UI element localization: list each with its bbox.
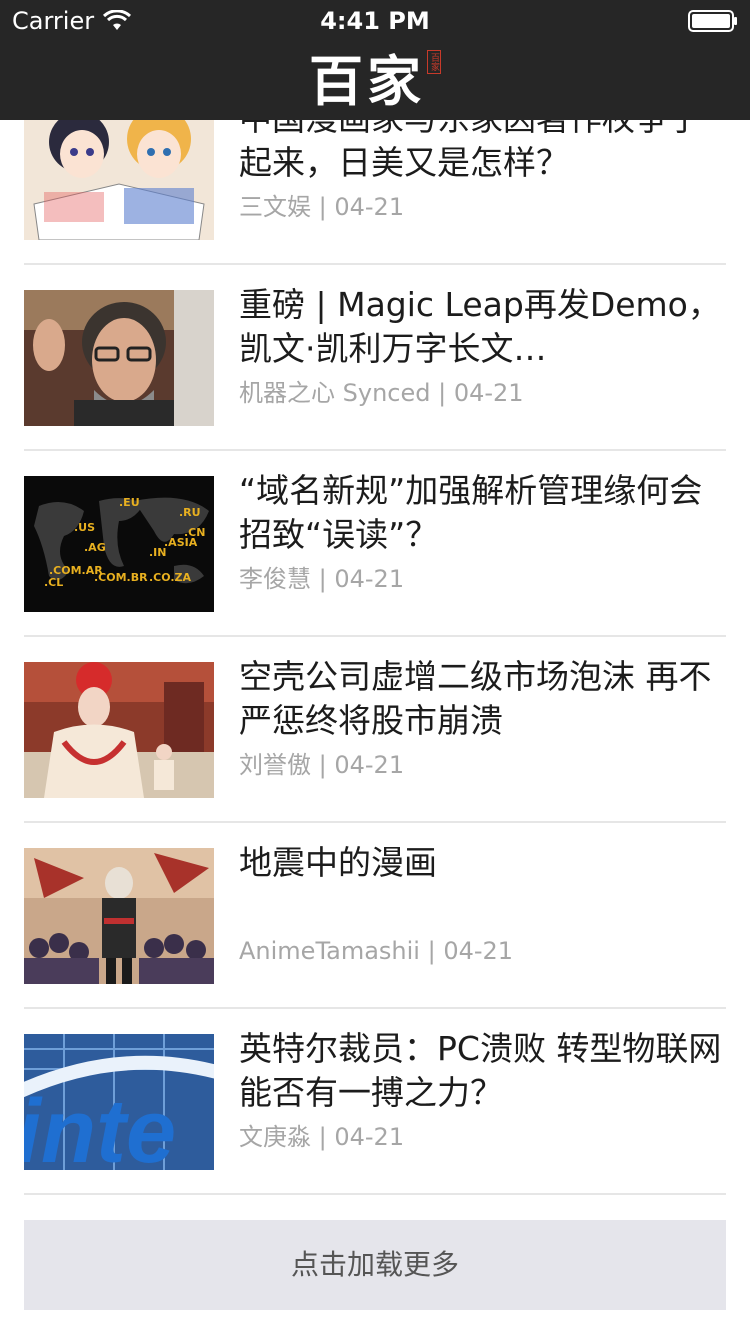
article-meta: 李俊慧 | 04-21	[239, 562, 404, 596]
brand-logo: 百家 百家	[0, 46, 750, 116]
svg-text:.COM.AR: .COM.AR	[49, 564, 103, 577]
svg-text:.CL: .CL	[44, 576, 63, 589]
article-date: 04-21	[453, 379, 524, 407]
article-item[interactable]: .EU .RU .CN .US .AG .IN .COM.BR .CO.ZA .…	[24, 451, 726, 637]
article-author: 三文娱	[239, 193, 311, 221]
article-item[interactable]: 重磅 | Magic Leap再发Demo，凯文·凯利万字长文… 机器之心 Sy…	[24, 265, 726, 451]
status-time: 4:41 PM	[320, 7, 430, 35]
svg-text:.ASIA: .ASIA	[164, 536, 198, 549]
article-title: “域名新规”加强解析管理缘何会招致“误读”？	[239, 471, 703, 554]
article-title: 地震中的漫画	[239, 843, 437, 882]
svg-text:inte: inte	[24, 1082, 176, 1170]
article-author: 机器之心 Synced	[239, 379, 431, 407]
svg-text:.CO.ZA: .CO.ZA	[149, 571, 192, 584]
article-date: 04-21	[334, 751, 405, 779]
article-thumbnail: .EU .RU .CN .US .AG .IN .COM.BR .CO.ZA .…	[24, 476, 214, 612]
article-item[interactable]: 地震中的漫画 AnimeTamashii | 04-21	[24, 823, 726, 1009]
article-date: 04-21	[334, 565, 405, 593]
load-more-button[interactable]: 点击加载更多	[24, 1220, 726, 1310]
article-date: 04-21	[443, 937, 514, 965]
meta-separator: |	[311, 193, 335, 221]
battery-icon	[688, 10, 737, 32]
article-meta: 刘誉傲 | 04-21	[239, 748, 404, 782]
article-meta: AnimeTamashii | 04-21	[239, 934, 513, 968]
article-date: 04-21	[334, 1123, 405, 1151]
article-title: 空壳公司虚增二级市场泡沫 再不严惩终将股市崩溃	[239, 657, 712, 740]
svg-text:.US: .US	[74, 521, 95, 534]
article-meta: 文庚淼 | 04-21	[239, 1120, 404, 1154]
article-thumbnail	[24, 290, 214, 426]
article-date: 04-21	[334, 193, 405, 221]
meta-separator: |	[430, 379, 454, 407]
svg-text:.EU: .EU	[119, 496, 140, 509]
article-author: AnimeTamashii	[239, 937, 420, 965]
article-thumbnail	[24, 662, 214, 798]
article-item[interactable]: inte 英特尔裁员：PC溃败 转型物联网能否有一搏之力？ 文庚淼 | 04-2…	[24, 1009, 726, 1195]
meta-separator: |	[311, 1123, 335, 1151]
navigation-bar: Carrier 4:41 PM 百家 百家	[0, 0, 750, 120]
meta-separator: |	[311, 751, 335, 779]
article-thumbnail	[24, 104, 214, 240]
article-author: 李俊慧	[239, 565, 311, 593]
article-thumbnail	[24, 848, 214, 984]
article-author: 文庚淼	[239, 1123, 311, 1151]
article-meta: 三文娱 | 04-21	[239, 190, 404, 224]
article-title: 重磅 | Magic Leap再发Demo，凯文·凯利万字长文…	[239, 285, 721, 368]
svg-text:.RU: .RU	[179, 506, 201, 519]
article-thumbnail: inte	[24, 1034, 214, 1170]
article-item[interactable]: 空壳公司虚增二级市场泡沫 再不严惩终将股市崩溃 刘誉傲 | 04-21	[24, 637, 726, 823]
brand-seal: 百家	[427, 50, 441, 74]
article-feed: 中国漫画家与东家因著作权争了起来，日美又是怎样？ 三文娱 | 04-21 重磅 …	[0, 79, 750, 1195]
brand-name: 百家	[309, 49, 425, 113]
meta-separator: |	[419, 937, 444, 965]
meta-separator: |	[311, 565, 335, 593]
article-author: 刘誉傲	[239, 751, 311, 779]
svg-text:.AG: .AG	[84, 541, 106, 554]
article-title: 英特尔裁员：PC溃败 转型物联网能否有一搏之力？	[239, 1029, 722, 1112]
article-meta: 机器之心 Synced | 04-21	[239, 376, 524, 410]
